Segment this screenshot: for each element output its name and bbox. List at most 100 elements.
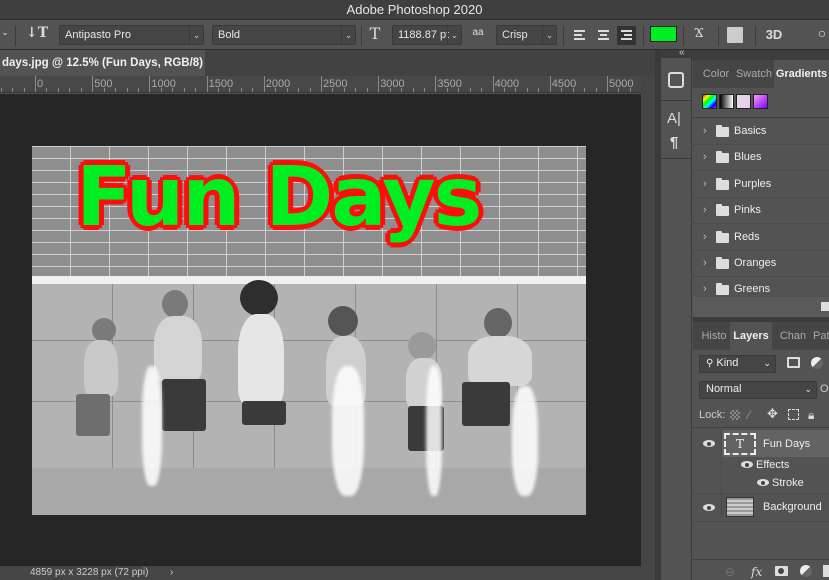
chevron-right-icon[interactable]: › <box>703 125 707 137</box>
font-family-select[interactable]: Antipasto Pro ⌄ <box>59 25 204 45</box>
document-tab[interactable]: days.jpg @ 12.5% (Fun Days, RGB/8) * <box>0 50 205 95</box>
align-left-button[interactable] <box>570 26 589 45</box>
horizontal-ruler[interactable]: 0 500 1000 1500 2000 2500 3000 3500 4000 4500 5000 <box>0 76 641 93</box>
font-size-input[interactable]: 1188.87 pt ⌄ <box>392 25 462 45</box>
new-group-icon[interactable] <box>823 565 829 577</box>
gradient-swatch-black-white[interactable] <box>719 94 734 109</box>
folder-icon <box>716 283 729 296</box>
status-menu-arrow[interactable]: › <box>170 566 173 580</box>
ruler-minor-tick <box>35 88 36 92</box>
anti-alias-select[interactable]: Crisp ⌄ <box>496 25 557 45</box>
visibility-eye-icon[interactable] <box>703 504 715 511</box>
chevron-right-icon[interactable]: › <box>703 257 707 269</box>
child-figure <box>76 394 110 436</box>
document-dimensions: 4859 px x 3228 px (72 ppi) <box>30 567 149 578</box>
filter-adjustment-layer-icon[interactable] <box>811 357 823 369</box>
text-color-swatch[interactable] <box>650 26 677 42</box>
gradient-group-row[interactable]: › Oranges <box>693 251 829 277</box>
gradient-group-row[interactable]: › Blues <box>693 145 829 172</box>
text-orientation-icon[interactable]: ↓T <box>26 25 48 41</box>
water-jet <box>332 366 364 496</box>
ruler-minor-tick <box>195 88 197 92</box>
tab-channels[interactable]: Chan <box>779 322 807 350</box>
align-right-button[interactable] <box>617 26 636 45</box>
tab-bar-background <box>205 50 655 76</box>
child-figure <box>154 316 202 382</box>
fun-days-text-layer[interactable]: Fun Days <box>74 148 484 247</box>
chevron-right-icon[interactable]: › <box>703 283 707 295</box>
background-layer-thumbnail[interactable] <box>726 497 754 517</box>
layer-name-fun-days[interactable]: Fun Days <box>763 438 810 450</box>
ruler-minor-tick <box>92 88 94 92</box>
blend-mode-select[interactable]: Normal ⌄ <box>699 381 817 399</box>
align-center-button[interactable] <box>594 26 613 45</box>
character-panel-icon[interactable]: A| <box>667 110 681 127</box>
layer-name-background[interactable]: Background <box>763 501 822 513</box>
tab-paths[interactable]: Pat <box>813 322 829 350</box>
lock-artboard-icon[interactable] <box>788 409 799 420</box>
tool-preset-chevron-icon[interactable]: ⌄ <box>0 27 10 38</box>
tab-history[interactable]: Histo <box>699 322 729 350</box>
stroke-visibility-eye-icon[interactable] <box>757 479 769 486</box>
collapse-icon[interactable]: « <box>679 47 685 58</box>
divider <box>361 26 362 46</box>
blend-mode-value: Normal <box>706 383 742 395</box>
lock-image-pixels-icon[interactable]: ⁄ <box>748 408 750 422</box>
lock-position-icon[interactable]: ✥ <box>767 406 778 422</box>
divider <box>563 26 564 46</box>
panel-icon-column: A| ¶ <box>661 58 692 580</box>
paragraph-panel-icon[interactable]: ¶ <box>670 134 678 151</box>
document-image[interactable]: Fun Days <box>32 146 586 515</box>
new-adjustment-layer-icon[interactable] <box>800 565 812 577</box>
tab-color[interactable]: Color <box>697 60 735 88</box>
warp-text-icon[interactable]: Ϫ <box>690 25 708 42</box>
child-figure <box>408 332 436 360</box>
gradient-swatch-spectrum[interactable] <box>702 94 717 109</box>
child-figure <box>84 340 118 396</box>
ruler-minor-tick <box>595 88 597 92</box>
lock-transparent-pixels-icon[interactable] <box>730 410 740 420</box>
ruler-minor-tick <box>435 88 437 92</box>
tab-swatches[interactable]: Swatch <box>735 60 773 88</box>
child-figure <box>328 306 358 336</box>
tab-layers[interactable]: Layers <box>730 322 772 350</box>
chevron-right-icon[interactable]: › <box>703 231 707 243</box>
visibility-eye-icon[interactable] <box>703 440 715 447</box>
gradient-swatch-pastel[interactable] <box>736 94 751 109</box>
chevron-right-icon[interactable]: › <box>703 178 707 190</box>
ruler-minor-tick <box>572 88 574 92</box>
gradient-swatch-purple[interactable] <box>753 94 768 109</box>
chevron-down-icon: ⌄ <box>542 26 556 44</box>
font-family-value: Antipasto Pro <box>65 29 132 41</box>
new-group-folder-icon[interactable] <box>821 302 829 311</box>
chevron-right-icon[interactable]: › <box>703 204 707 216</box>
link-layers-icon[interactable]: ⊖ <box>725 565 735 579</box>
gradient-group-row[interactable]: › Purples <box>693 172 829 198</box>
app-title: Adobe Photoshop 2020 <box>346 2 483 17</box>
gradient-group-row[interactable]: › Pinks <box>693 198 829 225</box>
character-panel-toggle-icon[interactable] <box>727 27 743 43</box>
effects-visibility-eye-icon[interactable] <box>741 461 753 468</box>
filter-pixel-layer-icon[interactable] <box>787 357 800 368</box>
ruler-minor-tick <box>126 88 128 92</box>
ruler-minor-tick <box>160 88 162 92</box>
font-style-select[interactable]: Bold ⌄ <box>212 25 356 45</box>
divider <box>718 26 719 46</box>
search-icon[interactable]: ○ <box>815 25 829 41</box>
chevron-right-icon[interactable]: › <box>703 151 707 163</box>
layer-filter-select[interactable]: ⚲ Kind ⌄ <box>699 355 776 373</box>
gradient-group-row[interactable]: › Reds <box>693 225 829 251</box>
3d-button[interactable]: 3D <box>764 27 784 42</box>
tab-gradients[interactable]: Gradients <box>774 60 829 88</box>
gradient-group-row[interactable]: › Basics <box>693 119 829 145</box>
layer-effects-label[interactable]: Effects <box>756 459 789 471</box>
layer-style-fx-icon[interactable]: fx <box>751 565 762 579</box>
lock-all-icon[interactable]: 🔒︎ <box>808 408 814 423</box>
gradient-group-name: Pinks <box>734 204 761 217</box>
vertical-scrollbar[interactable] <box>641 76 655 566</box>
layer-effect-stroke[interactable]: Stroke <box>772 477 804 489</box>
chevron-down-icon[interactable]: ⌄ <box>447 26 461 44</box>
properties-panel-icon[interactable] <box>668 72 684 88</box>
add-mask-icon[interactable] <box>775 566 788 576</box>
text-layer-thumbnail-icon[interactable]: T <box>724 433 756 455</box>
